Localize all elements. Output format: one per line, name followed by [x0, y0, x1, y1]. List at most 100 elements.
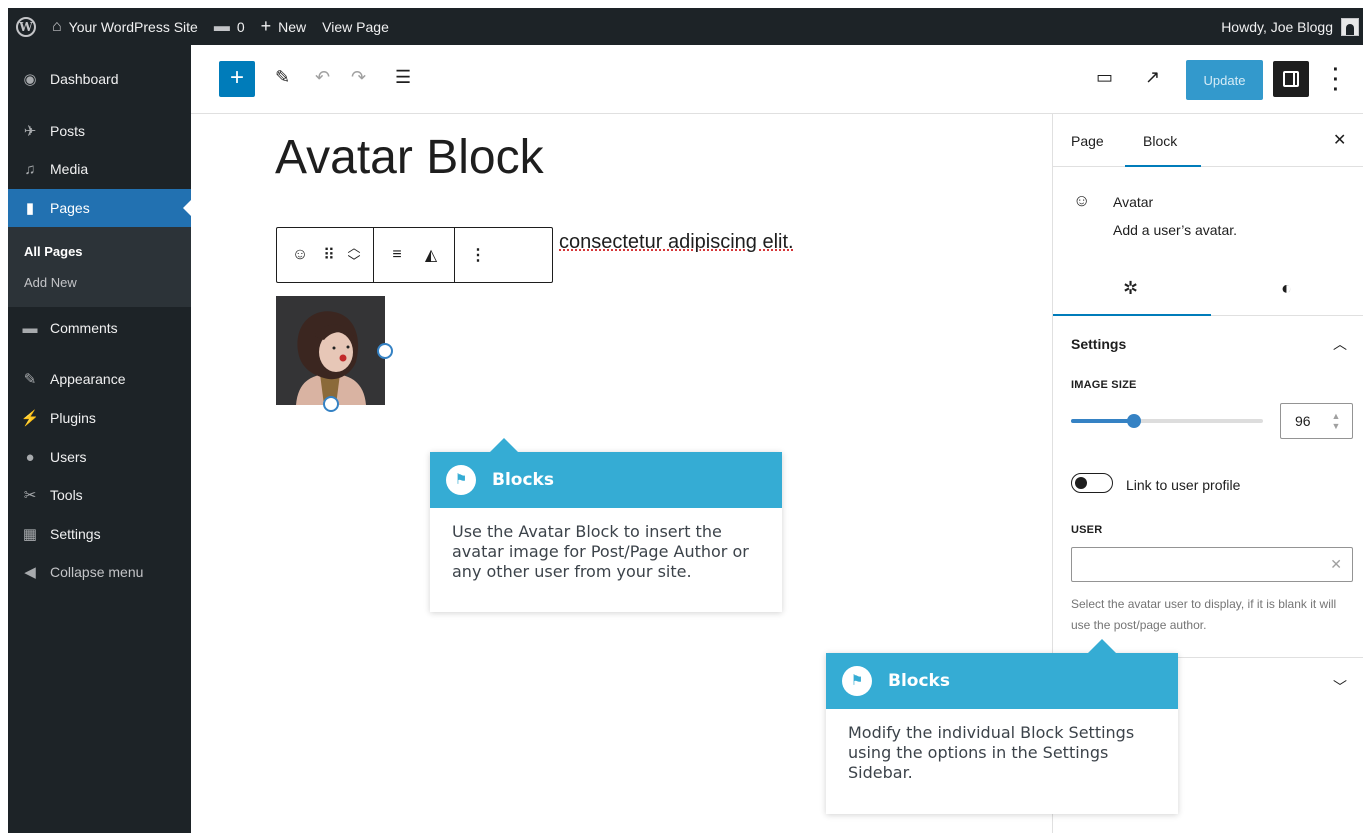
- user-help-text: Select the avatar user to display, if it…: [1071, 597, 1337, 632]
- image-size-slider[interactable]: [1071, 414, 1263, 428]
- site-name-link[interactable]: ⌂ Your WordPress Site: [44, 8, 206, 45]
- callout-title: Blocks: [888, 671, 950, 691]
- menu-item-dashboard[interactable]: ◉ Dashboard: [8, 60, 191, 98]
- wordpress-logo-button[interactable]: W: [8, 8, 44, 45]
- block-toolbar: ☺ ⠿ ︿ ﹀ ≡ ◭ ⋮: [276, 227, 553, 283]
- howdy-text: Howdy, Joe Blogg: [1221, 18, 1333, 35]
- view-page-label: View Page: [322, 18, 389, 35]
- submenu-all-pages[interactable]: All Pages: [24, 244, 83, 259]
- menu-label: Appearance: [50, 371, 126, 387]
- spinner-icon[interactable]: ▲ ▼: [1330, 411, 1342, 431]
- slider-fill: [1071, 419, 1135, 423]
- clear-icon[interactable]: ✕: [1330, 556, 1342, 573]
- alignment-group: ≡ ◭: [374, 228, 455, 282]
- wrench-icon: ✂: [23, 487, 37, 504]
- undo-icon[interactable]: ↶: [315, 67, 330, 88]
- collapse-menu-button[interactable]: ◀ Collapse menu: [8, 553, 191, 591]
- close-icon[interactable]: ✕: [1333, 130, 1346, 150]
- blocks-callout: ⚑ Blocks Use the Avatar Block to insert …: [430, 438, 782, 612]
- chevron-up-icon[interactable]: ︿: [1333, 334, 1347, 354]
- site-name: Your WordPress Site: [68, 18, 198, 35]
- block-card-title: Avatar: [1113, 194, 1154, 210]
- block-inserter-button[interactable]: +: [219, 61, 255, 97]
- tools-pencil-icon[interactable]: ✎: [275, 67, 290, 88]
- avatar-image[interactable]: [276, 296, 385, 405]
- plug-icon: ⚡: [20, 410, 40, 427]
- options-more-icon[interactable]: · · ·: [1331, 60, 1341, 100]
- admin-bar: W ⌂ Your WordPress Site ▬ 0 + New View P…: [8, 8, 1363, 45]
- block-mover[interactable]: ︿ ﹀: [341, 228, 367, 282]
- menu-item-appearance[interactable]: ✎ Appearance: [8, 360, 191, 398]
- menu-item-settings[interactable]: ▦ Settings: [8, 515, 191, 553]
- menu-item-tools[interactable]: ✂ Tools: [8, 476, 191, 514]
- menu-item-posts[interactable]: ✈ Posts: [8, 112, 191, 150]
- block-switcher-group: ☺ ⠿ ︿ ﹀: [277, 228, 374, 282]
- settings-panel-title[interactable]: Settings: [1071, 336, 1126, 352]
- chevron-down-icon[interactable]: ﹀: [1333, 677, 1347, 697]
- dashboard-icon: ◉: [23, 71, 37, 88]
- menu-label: Plugins: [50, 410, 96, 426]
- new-content-link[interactable]: + New: [253, 8, 315, 45]
- menu-item-plugins[interactable]: ⚡ Plugins: [8, 399, 191, 437]
- media-icon: ♫: [24, 160, 36, 178]
- pin-icon: ✈: [23, 123, 37, 140]
- move-down-icon[interactable]: ﹀: [347, 255, 360, 269]
- pages-icon: ▮: [25, 200, 35, 217]
- resize-handle-right[interactable]: [377, 343, 393, 359]
- menu-item-pages[interactable]: ▮ Pages: [8, 189, 191, 227]
- list-view-icon[interactable]: ☰: [395, 67, 411, 88]
- menu-item-users[interactable]: ● Users: [8, 438, 191, 476]
- paragraph-text: consectetur adipiscing elit.: [559, 231, 794, 253]
- sidebar-tabs: Page Block ✕: [1053, 114, 1363, 167]
- styles-contrast-icon[interactable]: ◐: [1281, 278, 1292, 299]
- menu-label: Pages: [50, 200, 90, 216]
- drag-handle-icon[interactable]: ⠿: [317, 228, 341, 282]
- menu-label: Collapse menu: [50, 564, 144, 580]
- menu-label: Tools: [50, 487, 83, 503]
- tab-block[interactable]: Block: [1143, 133, 1177, 149]
- settings-gear-icon[interactable]: ✲: [1123, 278, 1138, 299]
- sidebar-icon: [1283, 71, 1299, 87]
- view-page-link[interactable]: View Page: [314, 8, 397, 45]
- brush-icon: ✎: [23, 371, 37, 388]
- redo-icon[interactable]: ↷: [351, 67, 366, 88]
- comment-icon: ▬: [213, 17, 230, 35]
- comments-link[interactable]: ▬ 0: [206, 8, 253, 45]
- callout-body: Modify the individual Block Settings usi…: [848, 723, 1135, 782]
- link-to-profile-toggle[interactable]: [1071, 473, 1113, 493]
- new-label: New: [278, 18, 307, 35]
- flag-icon: ⚑: [842, 666, 872, 696]
- collapse-icon: ◀: [24, 564, 36, 581]
- resize-handle-bottom[interactable]: [323, 396, 339, 412]
- view-post-external-icon[interactable]: ↗: [1145, 67, 1160, 88]
- callout-header: ⚑ Blocks: [826, 653, 1178, 709]
- callout-title: Blocks: [492, 470, 554, 490]
- justify-triangle-icon[interactable]: ◭: [414, 228, 448, 282]
- submenu-add-new[interactable]: Add New: [24, 275, 77, 290]
- update-button[interactable]: Update: [1186, 60, 1263, 100]
- menu-item-media[interactable]: ♫ Media: [8, 150, 191, 188]
- more-options-group: ⋮: [455, 228, 501, 282]
- menu-item-comments[interactable]: ▬ Comments: [8, 309, 191, 347]
- page-title[interactable]: Avatar Block: [275, 130, 544, 185]
- preview-desktop-icon[interactable]: ▭: [1096, 67, 1113, 88]
- comments-count: 0: [236, 18, 245, 35]
- slider-thumb[interactable]: [1127, 414, 1142, 428]
- admin-menu: ◉ Dashboard ✈ Posts ♫ Media ▮ Pages All …: [8, 45, 191, 833]
- move-up-icon[interactable]: ︿: [347, 241, 360, 255]
- home-icon: ⌂: [52, 17, 62, 35]
- image-size-value: 96: [1295, 413, 1311, 429]
- link-to-profile-label: Link to user profile: [1126, 477, 1241, 493]
- editor-header: + ✎ ↶ ↷ ☰ ▭ ↗ Update · · ·: [191, 45, 1363, 114]
- settings-panel: Settings ︿ IMAGE SIZE 96 ▲ ▼ Link to user…: [1053, 316, 1363, 658]
- user-select-input[interactable]: ✕: [1071, 547, 1353, 582]
- paragraph-block[interactable]: consectetur adipiscing elit.: [559, 231, 794, 254]
- align-icon[interactable]: ≡: [380, 228, 414, 282]
- block-options-icon[interactable]: ⋮: [461, 228, 495, 282]
- user-avatar: [1341, 17, 1359, 36]
- avatar-block-type-icon[interactable]: ☺: [283, 228, 317, 282]
- my-account-link[interactable]: Howdy, Joe Blogg: [1213, 8, 1363, 45]
- tab-page[interactable]: Page: [1071, 133, 1104, 149]
- image-size-input[interactable]: 96 ▲ ▼: [1280, 403, 1353, 439]
- settings-sidebar-toggle[interactable]: [1273, 61, 1309, 97]
